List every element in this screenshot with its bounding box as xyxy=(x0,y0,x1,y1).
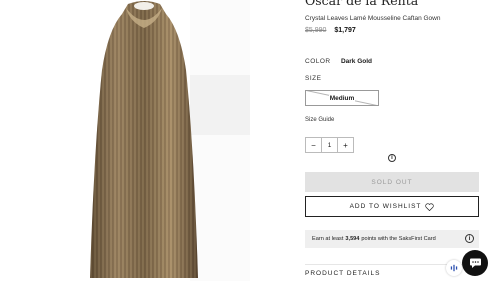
accessibility-icon xyxy=(450,264,458,272)
promo-info-icon[interactable]: i xyxy=(465,234,474,243)
info-icon[interactable]: i xyxy=(388,154,396,162)
size-option-label: Medium xyxy=(328,94,356,102)
chat-icon xyxy=(469,258,481,268)
color-value: Dark Gold xyxy=(340,58,372,65)
brand-name[interactable]: Oscar de la Renta xyxy=(305,0,418,8)
size-label: SIZE xyxy=(305,75,322,82)
product-image-gown xyxy=(90,1,198,278)
wishlist-label: ADD TO WISHLIST xyxy=(349,203,422,210)
sale-price: $1,797 xyxy=(334,27,356,34)
product-name: Crystal Leaves Lamé Mousseline Caftan Go… xyxy=(305,15,441,22)
original-price: $5,990 xyxy=(305,27,327,34)
product-image-area[interactable] xyxy=(0,0,255,281)
accessibility-button[interactable] xyxy=(446,260,462,276)
add-to-wishlist-button[interactable]: ADD TO WISHLIST xyxy=(305,196,479,217)
quantity-decrement-button[interactable]: − xyxy=(306,138,322,152)
product-details-toggle[interactable]: PRODUCT DETAILS xyxy=(305,270,380,277)
color-label: COLOR xyxy=(305,58,331,65)
quantity-stepper: − 1 + xyxy=(305,137,354,153)
sold-out-button[interactable]: SOLD OUT xyxy=(305,172,479,192)
price-row: $5,990 $1,797 xyxy=(305,27,356,34)
promo-points: 3,594 xyxy=(345,236,360,242)
promo-suffix: points with the SaksFirst Card xyxy=(361,236,436,242)
quantity-value[interactable]: 1 xyxy=(322,138,337,152)
saksfirst-promo: Earn at least 3,594 points with the Saks… xyxy=(305,230,479,248)
size-option-medium[interactable]: Medium xyxy=(305,90,379,106)
chat-button[interactable] xyxy=(462,250,488,276)
promo-prefix: Earn at least xyxy=(312,236,344,242)
heart-icon xyxy=(425,202,435,211)
quantity-increment-button[interactable]: + xyxy=(337,138,353,152)
color-row: COLOR Dark Gold xyxy=(305,58,372,65)
size-guide-link[interactable]: Size Guide xyxy=(305,117,334,123)
